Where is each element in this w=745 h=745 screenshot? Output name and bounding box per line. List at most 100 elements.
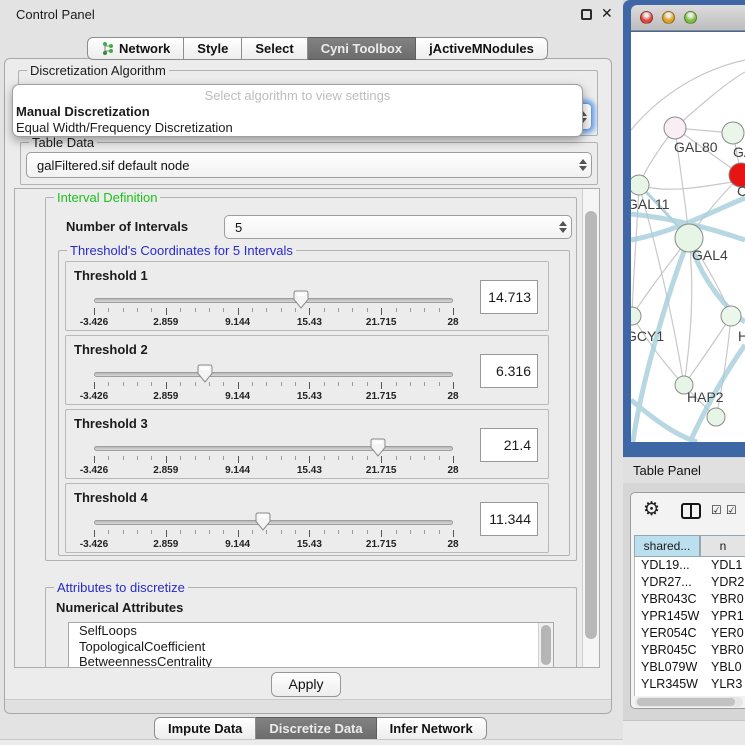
algorithm-option-equal-width[interactable]: Equal Width/Frequency Discretization [16, 120, 233, 135]
threshold-value-field[interactable]: 11.344 [480, 502, 538, 536]
zoom-traffic-light-icon[interactable] [684, 11, 697, 24]
cell-name: YBL0 [711, 660, 742, 674]
tick-label: 2.859 [153, 317, 178, 328]
threshold-row: Threshold 1 -3.4262.8599.14415.4321.7152… [65, 261, 549, 331]
tick-label: 28 [447, 539, 458, 550]
attributes-group: Attributes to discretize Numerical Attri… [45, 587, 577, 668]
tick-label: 2.859 [153, 391, 178, 402]
tab-impute-data[interactable]: Impute Data [154, 717, 256, 740]
slider-thumb-icon[interactable] [293, 290, 309, 309]
cell-name: YDL1 [711, 558, 742, 572]
minimize-traffic-light-icon[interactable] [662, 11, 675, 24]
table-row[interactable]: YIL052CYIL0 [635, 693, 745, 696]
slider-track[interactable] [94, 446, 453, 451]
tab-infer-network[interactable]: Infer Network [377, 717, 487, 740]
num-intervals-label: Number of Intervals [66, 219, 188, 234]
table-row[interactable]: YDL19...YDL1 [635, 557, 745, 574]
network-node[interactable] [722, 122, 744, 144]
threshold-label: Threshold 1 [74, 268, 148, 283]
slider-track[interactable] [94, 372, 453, 377]
stepper-icon [575, 153, 591, 177]
gear-icon[interactable]: ⚙ [643, 498, 660, 521]
cell-name: YER0 [711, 626, 744, 640]
apply-button[interactable]: Apply [271, 672, 341, 697]
slider-thumb-icon[interactable] [255, 512, 271, 531]
slider-thumb-icon[interactable] [197, 364, 213, 383]
network-node[interactable] [631, 307, 641, 325]
slider-thumb-icon[interactable] [370, 438, 386, 457]
attribute-list-item[interactable]: SelfLoops [69, 623, 553, 639]
tab-select[interactable]: Select [242, 37, 307, 60]
float-window-icon[interactable] [581, 9, 592, 20]
cell-shared-name: YBR043C [641, 592, 697, 606]
threshold-slider[interactable]: -3.4262.8599.14415.4321.71528 [94, 366, 453, 404]
tab-network[interactable]: Network [87, 37, 184, 60]
algorithm-option-manual[interactable]: Manual Discretization [16, 104, 150, 119]
cell-shared-name: YIL052C [641, 694, 690, 696]
network-window-titlebar[interactable] [631, 5, 745, 31]
network-graph: GAL80GACGAL11GAL4GCY1HHAP2 [631, 32, 745, 442]
table-row[interactable]: YLR345WYLR3 [635, 676, 745, 693]
network-node[interactable] [721, 306, 741, 326]
panel-scrollbar[interactable] [582, 189, 599, 667]
table-row[interactable]: YDR27...YDR2 [635, 574, 745, 591]
threshold-slider[interactable]: -3.4262.8599.14415.4321.71528 [94, 514, 453, 552]
threshold-slider[interactable]: -3.4262.8599.14415.4321.71528 [94, 292, 453, 330]
column-layout-icon[interactable] [681, 503, 701, 519]
network-node-label: GAL4 [692, 247, 728, 263]
table-column-header[interactable]: n [700, 535, 745, 557]
tick-label: 15.43 [297, 465, 322, 476]
tab-discretize-data[interactable]: Discretize Data [256, 717, 376, 740]
tick-label: 2.859 [153, 465, 178, 476]
tab-label: Network [119, 38, 170, 59]
attribute-list-item[interactable]: TopologicalCoefficient [69, 639, 553, 655]
table-data-combobox[interactable]: galFiltered.sif default node [26, 152, 592, 178]
network-node[interactable] [707, 408, 725, 426]
network-graph-icon [101, 42, 114, 55]
threshold-label: Threshold 3 [74, 416, 148, 431]
algorithm-hint: Select algorithm to view settings [13, 88, 582, 103]
list-scrollbar[interactable] [538, 623, 553, 668]
tab-style[interactable]: Style [184, 37, 242, 60]
table-row[interactable]: YER054C YER0 [635, 625, 745, 642]
table-row[interactable]: YPR145WYPR1 [635, 608, 745, 625]
network-node[interactable] [631, 175, 649, 195]
num-intervals-combobox[interactable]: 5 [224, 215, 572, 239]
cell-shared-name: YER054C [641, 626, 697, 640]
interval-group-title: Interval Definition [54, 190, 160, 205]
cell-name: YBR0 [711, 643, 744, 657]
tick-label: 21.715 [366, 539, 397, 550]
tab-label: Cyni Toolbox [321, 38, 402, 59]
threshold-row: Threshold 4 -3.4262.8599.14415.4321.7152… [65, 483, 549, 553]
network-node-label: H [738, 328, 745, 344]
threshold-value-field[interactable]: 6.316 [480, 354, 538, 388]
table-row[interactable]: YBL079WYBL0 [635, 659, 745, 676]
control-panel-titlebar: Control Panel ✕ [0, 0, 623, 28]
threshold-value-field[interactable]: 14.713 [480, 280, 538, 314]
tick-label: 2.859 [153, 539, 178, 550]
attributes-group-title: Attributes to discretize [54, 580, 188, 595]
attribute-list-item[interactable]: BetweennessCentrality [69, 654, 553, 668]
tick-label: 9.144 [225, 391, 250, 402]
network-canvas[interactable]: GAL80GACGAL11GAL4GCY1HHAP2 [631, 32, 745, 442]
slider-track[interactable] [94, 298, 453, 303]
checkbox-icon[interactable]: ☑ [726, 503, 737, 517]
threshold-slider[interactable]: -3.4262.8599.14415.4321.71528 [94, 440, 453, 478]
table-column-header[interactable]: shared... [634, 535, 700, 557]
table-row[interactable]: YBR045CYBR0 [635, 642, 745, 659]
control-panel: Control Panel ✕ Network Style Select Cyni T… [0, 0, 623, 745]
tab-cyni-toolbox[interactable]: Cyni Toolbox [308, 37, 416, 60]
tab-jactivemnodules[interactable]: jActiveMNodules [416, 37, 548, 60]
close-traffic-light-icon[interactable] [640, 11, 653, 24]
threshold-value-field[interactable]: 21.4 [480, 428, 538, 462]
tab-label: Style [197, 38, 228, 59]
network-node[interactable] [664, 117, 686, 139]
checkbox-icon[interactable]: ☑ [711, 503, 722, 517]
tick-label: 9.144 [225, 465, 250, 476]
horizontal-scrollbar[interactable] [635, 697, 743, 707]
table-row[interactable]: YBR043CYBR0 [635, 591, 745, 608]
close-icon[interactable]: ✕ [601, 5, 613, 22]
slider-track[interactable] [94, 520, 453, 525]
tab-label: Impute Data [168, 718, 242, 739]
table-body: YDL19...YDL1YDR27...YDR2YBR043CYBR0YPR14… [634, 557, 745, 696]
